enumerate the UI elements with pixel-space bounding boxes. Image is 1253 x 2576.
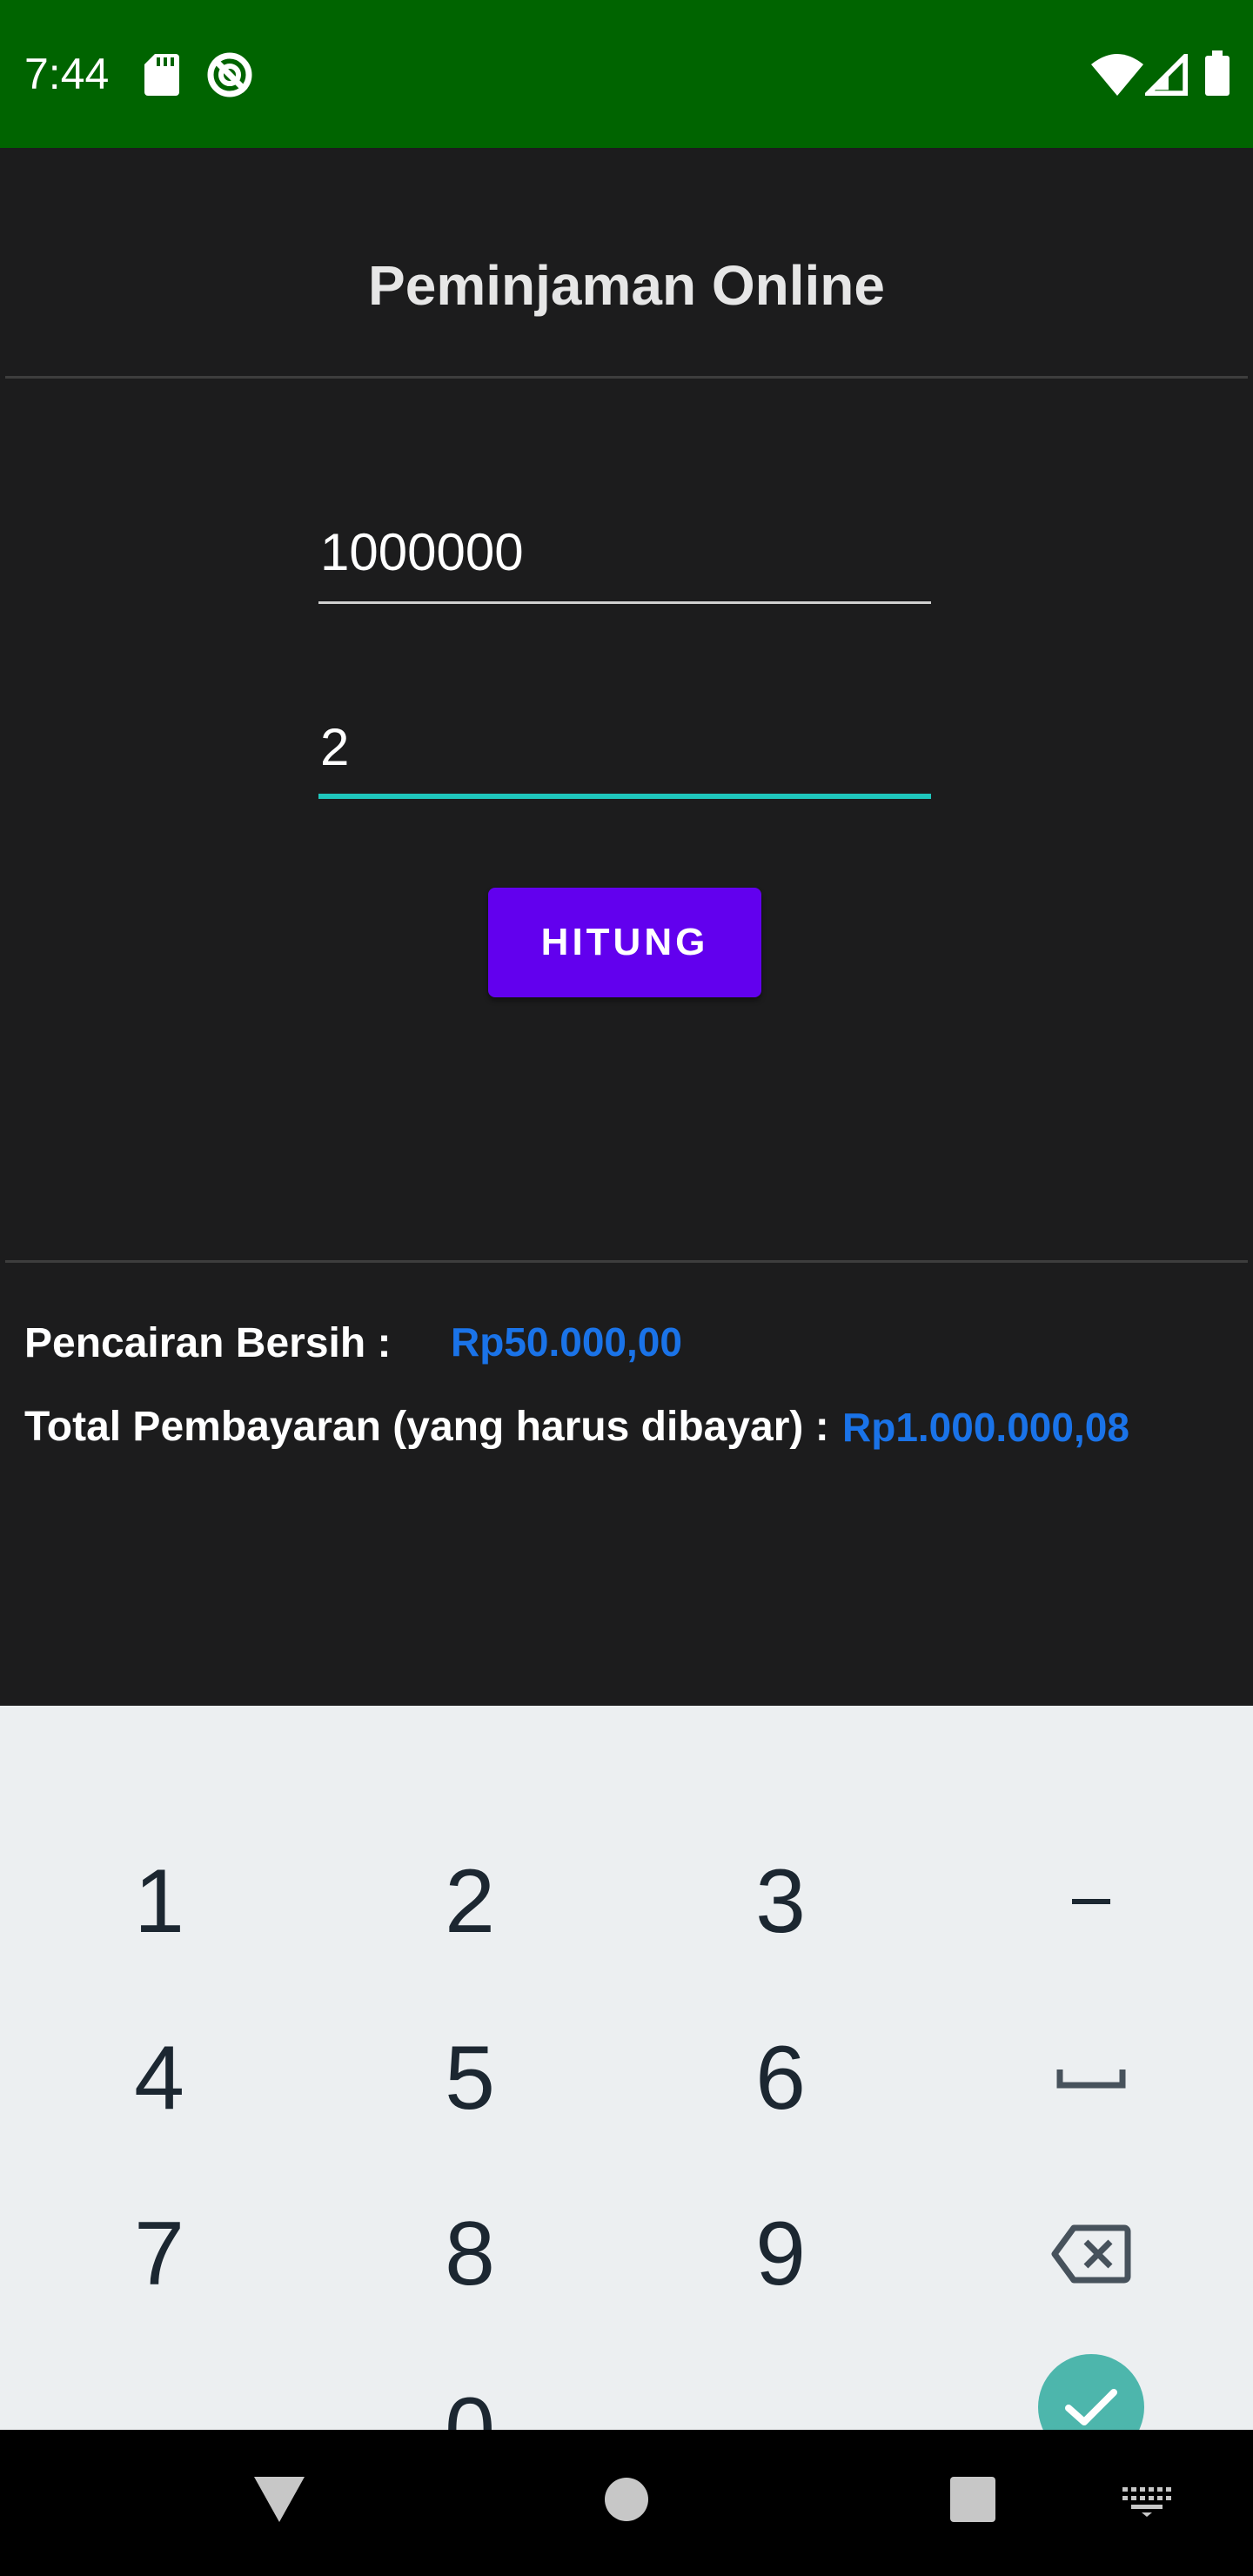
done-check-icon xyxy=(1065,2389,1117,2425)
tenor-underline-focused xyxy=(318,794,931,799)
minus-icon xyxy=(1072,1899,1110,1904)
key-space[interactable] xyxy=(943,1991,1239,2165)
key-5[interactable]: 5 xyxy=(322,1991,618,2165)
net-disbursement-value: Rp50.000,00 xyxy=(451,1319,682,1365)
key-9[interactable]: 9 xyxy=(633,2167,928,2341)
loan-amount-input[interactable] xyxy=(318,508,931,595)
key-minus[interactable] xyxy=(943,1815,1239,1989)
total-payment-value: Rp1.000.000,08 xyxy=(842,1405,1129,1450)
key-7[interactable]: 7 xyxy=(11,2167,307,2341)
space-icon xyxy=(1056,2070,1126,2089)
navigation-bar xyxy=(0,2430,1253,2576)
total-payment-label: Total Pembayaran (yang harus dibayar) : xyxy=(24,1404,829,1450)
backspace-icon xyxy=(1051,2224,1131,2284)
app-screen: Peminjaman Online HITUNG Pencairan Bersi… xyxy=(0,148,1253,1706)
tenor-input[interactable] xyxy=(318,703,931,790)
loan-amount-field[interactable] xyxy=(318,508,931,604)
home-icon[interactable] xyxy=(604,2477,649,2522)
sync-off-icon xyxy=(207,52,252,97)
keyboard-switch-icon[interactable] xyxy=(1122,2487,1171,2517)
key-6[interactable]: 6 xyxy=(633,1991,928,2165)
loan-amount-underline xyxy=(318,601,931,604)
key-4[interactable]: 4 xyxy=(11,1991,307,2165)
numeric-keyboard: 1 2 3 4 5 6 7 8 9 , 0 . xyxy=(0,1706,1253,2480)
key-3[interactable]: 3 xyxy=(633,1815,928,1989)
back-icon[interactable] xyxy=(252,2475,306,2524)
key-2[interactable]: 2 xyxy=(322,1815,618,1989)
cell-signal-icon xyxy=(1145,54,1189,96)
recents-icon[interactable] xyxy=(950,2477,995,2522)
key-8[interactable]: 8 xyxy=(322,2167,618,2341)
status-time: 7:44 xyxy=(24,50,110,98)
header-divider xyxy=(5,376,1248,379)
tenor-field[interactable] xyxy=(318,703,931,799)
page-title: Peminjaman Online xyxy=(368,254,885,317)
battery-icon xyxy=(1205,50,1230,96)
key-1[interactable]: 1 xyxy=(11,1815,307,1989)
sd-card-icon xyxy=(144,54,179,96)
key-backspace[interactable] xyxy=(943,2167,1239,2341)
calculate-button[interactable]: HITUNG xyxy=(488,888,761,997)
status-bar: 7:44 xyxy=(0,0,1253,148)
wifi-icon xyxy=(1091,54,1143,96)
results-divider xyxy=(5,1260,1248,1263)
net-disbursement-label: Pencairan Bersih : xyxy=(24,1320,392,1366)
